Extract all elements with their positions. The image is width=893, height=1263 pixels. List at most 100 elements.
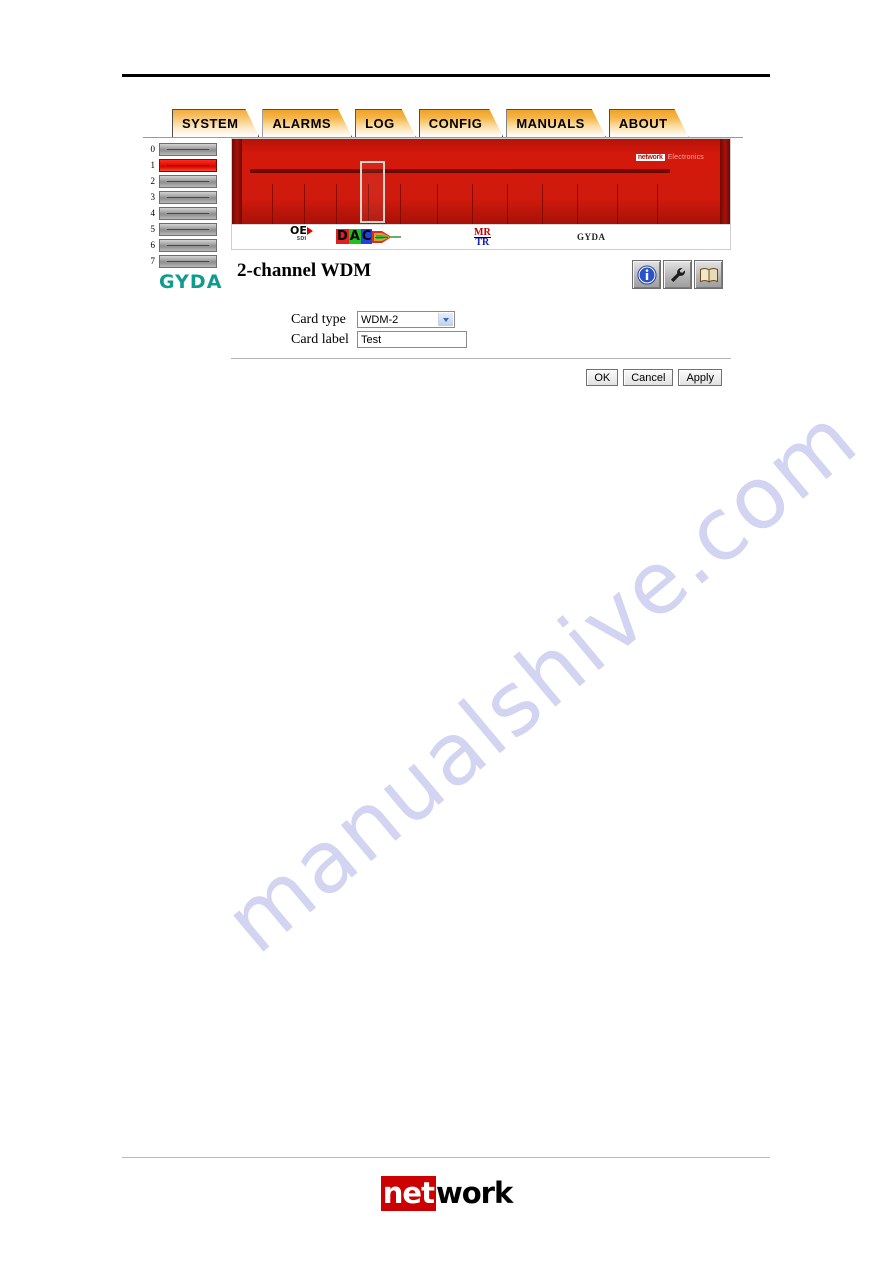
slot-row-4[interactable]: 4: [143, 206, 231, 220]
slot-number-5: 5: [150, 224, 156, 234]
chassis-icon-strip: OE SDI DAC MR TR GYDA: [232, 224, 730, 249]
content-column: network Electronics OE SDI D A C MR TR G…: [231, 138, 743, 398]
slot-chip-5[interactable]: [159, 222, 217, 236]
card-form: Card type WDM-2 Card label: [231, 289, 731, 348]
card-type-value: WDM-2: [361, 313, 399, 326]
slot-number-2: 2: [150, 176, 156, 186]
apply-button[interactable]: Apply: [678, 369, 722, 386]
tab-log-label: LOG: [365, 116, 395, 131]
tab-about-label: ABOUT: [618, 116, 668, 131]
chassis-brand-logo: network Electronics: [635, 154, 704, 161]
chassis-rail-left: [232, 139, 242, 224]
chassis-selected-slot-highlight[interactable]: [360, 161, 385, 223]
wdm-fanout-svg: [372, 231, 401, 243]
slot-chip-3[interactable]: [159, 190, 217, 204]
page-title: 2-channel WDM: [237, 260, 372, 281]
ok-button[interactable]: OK: [586, 369, 619, 386]
tab-alarms-label: ALARMS: [272, 116, 332, 131]
slot-number-6: 6: [150, 240, 156, 250]
chassis-divider: [336, 184, 337, 224]
slot-row-3[interactable]: 3: [143, 190, 231, 204]
chassis-divider: [617, 184, 618, 224]
tab-config[interactable]: CONFIG: [419, 109, 504, 137]
chassis-divider: [272, 184, 273, 224]
chevron-down-icon[interactable]: [438, 313, 453, 326]
panel-header: 2-channel WDM: [231, 250, 731, 289]
tab-manuals-label: MANUALS: [516, 116, 585, 131]
chassis-strip-brand: GYDA: [577, 232, 606, 242]
manual-button[interactable]: [694, 260, 723, 289]
dac-icon-c: C: [360, 229, 373, 244]
gyda-web-application: SYSTEM ALARMS LOG CONFIG MANUALS ABOUT 0…: [143, 106, 743, 398]
chassis-divider: [472, 184, 473, 224]
wdm-fanout-icon: [372, 229, 402, 250]
panel-button-row: OK Cancel Apply: [231, 359, 731, 398]
sidebar-brand-label: GYDA: [159, 271, 223, 293]
tr-icon-label: TR: [475, 237, 490, 248]
slot-number-3: 3: [150, 192, 156, 202]
slot-chip-0[interactable]: [159, 142, 217, 156]
tab-config-label: CONFIG: [428, 116, 483, 131]
tab-about[interactable]: ABOUT: [609, 109, 689, 137]
slot-row-2[interactable]: 2: [143, 174, 231, 188]
slot-rail: 0 1 2 3 4 5 6 7 GYDA: [143, 138, 231, 293]
chassis-crossbar: [250, 169, 670, 173]
slot-number-4: 4: [150, 208, 156, 218]
card-label-input[interactable]: [357, 331, 467, 348]
page-header-rule: [122, 74, 770, 77]
dac-icon: DAC: [336, 229, 373, 244]
slot-row-0[interactable]: 0: [143, 142, 231, 156]
slot-chip-2[interactable]: [159, 174, 217, 188]
slot-chip-6[interactable]: [159, 238, 217, 252]
slot-number-1: 1: [150, 160, 156, 170]
chassis-divider: [400, 184, 401, 224]
tab-manuals[interactable]: MANUALS: [506, 109, 606, 137]
wrench-icon: [670, 267, 685, 282]
mr-tr-icon: MR TR: [474, 228, 491, 248]
card-type-select[interactable]: WDM-2: [357, 311, 455, 328]
chassis-divider: [437, 184, 438, 224]
slot-chip-1[interactable]: [159, 158, 217, 172]
settings-button[interactable]: [663, 260, 692, 289]
chassis-image: network Electronics OE SDI D A C MR TR G…: [231, 138, 731, 250]
book-icon: [699, 267, 718, 283]
slot-row-6[interactable]: 6: [143, 238, 231, 252]
tab-alarms[interactable]: ALARMS: [262, 109, 352, 137]
oe-sdi-icon: OE SDI: [290, 225, 313, 243]
card-label-label: Card label: [291, 331, 349, 347]
cancel-button[interactable]: Cancel: [623, 369, 674, 386]
slot-chip-4[interactable]: [159, 206, 217, 220]
panel-icon-button-group: [632, 260, 723, 289]
tab-system[interactable]: SYSTEM: [172, 109, 259, 137]
card-config-panel: 2-channel WDM Card type WDM-2 Card label…: [231, 250, 731, 398]
dac-icon-d: D: [336, 229, 349, 244]
main-tab-bar: SYSTEM ALARMS LOG CONFIG MANUALS ABOUT: [172, 106, 743, 137]
arrow-right-icon: [306, 227, 313, 235]
page-watermark: manualshive.com: [206, 388, 877, 973]
tab-log[interactable]: LOG: [355, 109, 416, 137]
slot-row-7[interactable]: 7: [143, 254, 231, 268]
slot-number-0: 0: [150, 144, 156, 154]
application-body: 0 1 2 3 4 5 6 7 GYDA network Electronics…: [143, 137, 743, 398]
chassis-rail-right: [720, 139, 730, 224]
info-icon: [637, 265, 656, 284]
chassis-divider: [657, 184, 658, 224]
footer-logo-mark: net: [380, 1176, 436, 1211]
tab-system-label: SYSTEM: [182, 116, 239, 131]
card-label-row: Card label: [291, 331, 731, 348]
chassis-divider: [507, 184, 508, 224]
chassis-divider: [577, 184, 578, 224]
chassis-logo-mark: network: [635, 154, 665, 161]
footer-logo-word: work: [435, 1176, 513, 1210]
chassis-divider: [304, 184, 305, 224]
slot-row-5[interactable]: 5: [143, 222, 231, 236]
chassis-divider: [542, 184, 543, 224]
page-footer-rule: [122, 1157, 770, 1158]
slot-number-7: 7: [150, 256, 156, 266]
footer-brand-logo: network: [0, 1176, 893, 1211]
card-type-label: Card type: [291, 311, 346, 327]
slot-row-1[interactable]: 1: [143, 158, 231, 172]
chassis-logo-word: Electronics: [667, 154, 704, 161]
slot-chip-7[interactable]: [159, 254, 217, 268]
info-button[interactable]: [632, 260, 661, 289]
